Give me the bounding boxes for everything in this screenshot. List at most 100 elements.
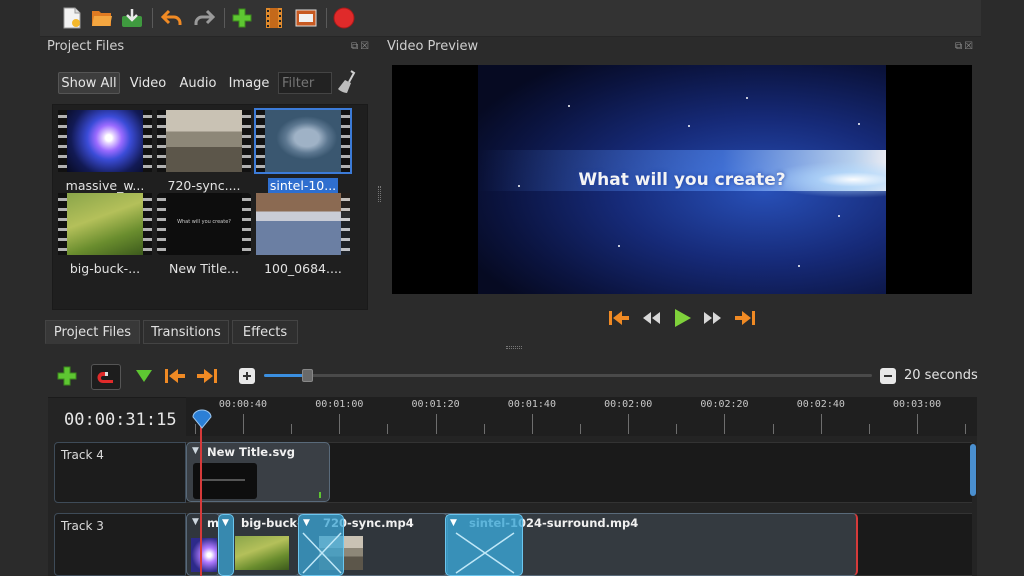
file-label: 720-sync.... [167,178,241,193]
ruler-tick [291,424,292,434]
ruler-tick [243,414,244,434]
ruler-label: 00:03:00 [893,399,942,410]
splitter-handle[interactable] [506,346,522,349]
file-item-massive[interactable]: massive_w... [58,110,152,193]
filter-image-button[interactable]: Image [226,72,272,94]
import-files-icon [232,8,252,28]
export-video-icon [333,7,355,29]
file-thumbnail [256,193,350,255]
ruler-tick [965,424,966,434]
zoom-slider-track[interactable] [264,374,872,377]
next-marker-button[interactable] [195,364,219,388]
transition-menu-icon[interactable]: ▼ [222,518,229,528]
zoom-out-button[interactable] [876,364,900,388]
transition-clip[interactable]: ▼ [298,514,344,576]
snapping-toggle[interactable] [91,364,121,390]
export-video-button[interactable] [332,6,356,30]
dock-float-close-icon[interactable]: ⧉☒ [955,41,975,52]
transition-cross-icon [455,532,515,574]
broom-icon [338,70,356,93]
file-item-big-buck[interactable]: big-buck-... [58,193,152,276]
import-files-button[interactable] [230,6,254,30]
ruler-tick [628,414,629,434]
zoom-in-icon [239,368,255,384]
project-files-title: Project Files [47,39,125,54]
clear-filter-button[interactable] [337,70,359,94]
video-preview-title: Video Preview [387,39,479,54]
clip-title: big-buck- [241,516,300,530]
new-project-button[interactable] [60,6,84,30]
ruler-tick [917,414,918,434]
track-name: Track 4 [61,448,104,462]
splitter-handle[interactable] [378,186,381,202]
jump-to-end-button[interactable] [732,306,758,330]
transition-clip[interactable]: ▼ [218,514,234,576]
clip-massive[interactable]: ▼ m [186,513,220,576]
undo-button[interactable] [160,6,184,30]
tab-effects[interactable]: Effects [232,320,298,344]
fast-forward-button[interactable] [700,306,726,330]
track-name: Track 3 [61,519,104,533]
tab-project-files[interactable]: Project Files [45,320,140,344]
add-marker-button[interactable] [132,364,156,388]
clip-menu-icon[interactable]: ▼ [192,446,199,456]
open-project-icon [92,11,112,26]
choose-profile-button[interactable] [262,6,286,30]
dock-float-close-icon[interactable]: ⧉☒ [351,41,371,52]
ruler-label: 00:01:40 [507,399,556,410]
add-track-button[interactable] [55,364,79,388]
rewind-button[interactable] [638,306,664,330]
file-item-100-0684[interactable]: 100_0684.... [256,193,350,276]
play-button[interactable] [669,306,695,330]
file-thumbnail [58,193,152,255]
jump-to-start-button[interactable] [606,306,632,330]
filter-show-all-button[interactable]: Show All [58,72,120,94]
toolbar-separator [224,8,225,28]
add-track-icon [57,366,77,386]
save-project-icon [122,9,142,27]
clip-new-title[interactable]: ▼ New Title.svg [186,442,330,502]
ruler-tick [339,414,340,434]
undo-icon [161,9,182,25]
timeline-ruler[interactable] [186,397,977,436]
filter-audio-button[interactable]: Audio [175,72,221,94]
file-item-sintel[interactable]: sintel-10... [254,108,352,193]
file-item-720-sync[interactable]: 720-sync.... [157,110,251,193]
clip-thumbnail [191,538,217,572]
transition-clip[interactable]: ▼ [445,514,523,576]
filter-video-button[interactable]: Video [126,72,170,94]
clip-menu-icon[interactable]: ▼ [192,517,199,527]
marker-icon [136,370,152,382]
open-project-button[interactable] [90,6,114,30]
playhead-handle[interactable] [192,409,212,429]
zoom-in-button[interactable] [235,364,259,388]
new-project-icon [63,7,81,29]
timeline-scrollbar[interactable] [970,444,976,496]
fast-forward-icon [704,312,721,324]
ruler-label: 00:02:20 [700,399,749,410]
filter-input[interactable] [278,72,332,94]
file-item-new-title[interactable]: What will you create? New Title... [157,193,251,276]
save-project-button[interactable] [120,6,144,30]
file-label: 100_0684.... [264,261,342,276]
previous-marker-button[interactable] [163,364,187,388]
file-label: massive_w... [65,178,145,193]
track-header-track-4[interactable]: Track 4 [54,442,186,503]
ruler-tick [387,424,388,434]
preview-overlay-text: What will you create? [578,170,786,190]
redo-button[interactable] [192,6,216,30]
main-toolbar [40,0,981,37]
track-header-track-3[interactable]: Track 3 [54,513,186,576]
rewind-icon [643,312,660,324]
ruler-tick [821,414,822,434]
toolbar-separator [152,8,153,28]
zoom-level-label: 20 seconds [904,368,978,383]
tab-transitions[interactable]: Transitions [143,320,229,344]
zoom-out-icon [880,368,896,384]
file-thumbnail [254,108,352,174]
clip-thumbnail [193,463,257,499]
fullscreen-button[interactable] [294,6,318,30]
zoom-slider-handle[interactable] [302,369,313,382]
ruler-tick [484,424,485,434]
file-thumbnail [157,110,251,172]
